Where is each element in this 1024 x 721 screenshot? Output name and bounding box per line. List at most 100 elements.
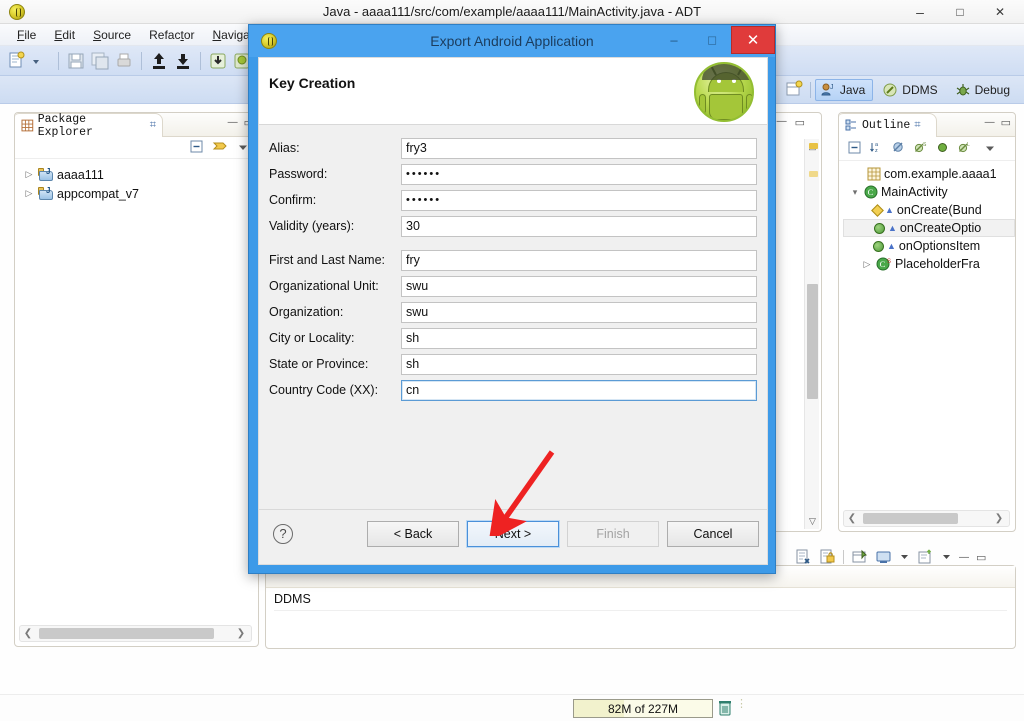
maximize-console-button[interactable]: ▭: [976, 551, 986, 564]
android-sdk-manager-icon[interactable]: [207, 50, 229, 72]
ide-close-button[interactable]: ✕: [980, 1, 1020, 23]
close-icon[interactable]: ⌗: [150, 120, 156, 132]
menu-file[interactable]: File: [8, 26, 45, 44]
maximize-icon: □: [956, 5, 964, 19]
country-code-input[interactable]: cn: [401, 379, 757, 401]
menu-edit[interactable]: Edit: [45, 26, 84, 44]
perspective-java[interactable]: J Java: [814, 79, 874, 101]
scroll-right-icon[interactable]: ❯: [233, 628, 249, 639]
expand-twisty-icon[interactable]: ▷: [861, 259, 873, 270]
form-row-city-or-locality: City or Locality: sh: [269, 325, 757, 351]
sort-alphabetically-icon[interactable]: az: [869, 140, 884, 155]
view-menu-icon[interactable]: [983, 141, 997, 155]
collapse-all-icon[interactable]: [189, 139, 204, 154]
link-with-editor-icon[interactable]: [212, 139, 228, 154]
hide-non-public-icon[interactable]: [935, 140, 950, 155]
open-perspective-icon[interactable]: [784, 79, 806, 101]
print-icon: [113, 50, 135, 72]
editor-scroll-thumb[interactable]: [807, 284, 818, 399]
validity-input[interactable]: 30: [401, 215, 757, 237]
outline-item-mainactivity[interactable]: ▾ C MainActivity: [843, 183, 1015, 201]
dialog-footer: ? < Back Next > Finish Cancel: [259, 510, 767, 564]
ide-minimize-button[interactable]: –: [900, 1, 940, 23]
back-button[interactable]: < Back: [367, 521, 459, 547]
tab-outline[interactable]: Outline ⌗: [839, 113, 937, 137]
maximize-editor-button[interactable]: ▭: [795, 116, 805, 129]
maximize-view-button[interactable]: ▭: [1001, 116, 1011, 129]
perspective-debug-label: Debug: [974, 83, 1010, 97]
dialog-header: Key Creation: [259, 58, 767, 125]
help-button[interactable]: ?: [273, 524, 293, 544]
run-gc-icon[interactable]: [718, 699, 732, 716]
menu-refactor[interactable]: Refactor: [140, 26, 203, 44]
outline-item-package[interactable]: com.example.aaaa1: [843, 165, 1015, 183]
organizational-unit-input[interactable]: swu: [401, 275, 757, 297]
perspective-debug[interactable]: Debug: [950, 79, 1018, 101]
collapse-twisty-icon[interactable]: ▾: [849, 187, 861, 198]
save-icon[interactable]: [65, 50, 87, 72]
chevron-down-icon[interactable]: [899, 549, 910, 565]
outline-hscrollbar[interactable]: ❮ ❯: [843, 510, 1010, 527]
tab-package-explorer[interactable]: Package Explorer ⌗: [15, 113, 163, 139]
new-wizard-icon[interactable]: [6, 50, 28, 72]
close-icon[interactable]: ⌗: [914, 120, 920, 132]
hide-local-types-icon[interactable]: L: [957, 140, 972, 155]
first-and-last-name-input[interactable]: fry: [401, 249, 757, 271]
expand-twisty-icon[interactable]: ▷: [23, 169, 35, 180]
display-selected-console-icon[interactable]: [875, 549, 892, 565]
ide-maximize-button[interactable]: □: [940, 1, 980, 23]
dialog-close-button[interactable]: ✕: [731, 26, 775, 54]
save-all-icon[interactable]: [89, 50, 111, 72]
dialog-minimize-button[interactable]: –: [655, 26, 693, 54]
outline-item-placeholderfragment[interactable]: ▷ CS PlaceholderFra: [843, 255, 1015, 273]
new-wizard-dropdown-icon[interactable]: [30, 50, 52, 72]
scroll-left-icon[interactable]: ❮: [20, 628, 36, 639]
password-input[interactable]: ••••••: [401, 163, 757, 185]
minimize-console-button[interactable]: —: [959, 552, 969, 563]
lock-console-icon[interactable]: [819, 549, 836, 565]
tree-item-appcompat-v7[interactable]: ▷ J appcompat_v7: [21, 184, 258, 203]
city-or-locality-input[interactable]: sh: [401, 327, 757, 349]
scroll-right-icon[interactable]: ❯: [991, 513, 1007, 524]
hide-static-icon[interactable]: S: [913, 140, 928, 155]
outline-item-oncreateoptionsmenu[interactable]: ▲ onCreateOptio: [843, 219, 1015, 237]
minimize-view-button[interactable]: —: [985, 117, 995, 128]
outline-icon: [845, 119, 856, 131]
package-explorer-hscrollbar[interactable]: ❮ ❯: [19, 625, 252, 642]
chevron-down-icon-2[interactable]: [941, 549, 952, 565]
remove-launch-icon[interactable]: [795, 549, 812, 565]
collapse-all-icon[interactable]: [847, 140, 862, 155]
state-or-province-input[interactable]: sh: [401, 353, 757, 375]
scroll-left-icon[interactable]: ❮: [844, 513, 860, 524]
tree-item-aaaa111[interactable]: ▷ J aaaa111: [21, 165, 258, 184]
organization-input[interactable]: swu: [401, 301, 757, 323]
alias-input[interactable]: fry3: [401, 137, 757, 159]
pin-console-icon[interactable]: [851, 549, 868, 565]
perspective-switcher: J Java DDMS Debug: [784, 78, 1018, 102]
minimize-view-button[interactable]: —: [228, 117, 238, 128]
android-robot-icon: [694, 62, 754, 122]
outline-item-onoptionsitemselected[interactable]: ▲ onOptionsItem: [843, 237, 1015, 255]
toolbar-separator-2: [141, 51, 142, 70]
scroll-down-icon[interactable]: ▽: [805, 514, 820, 529]
menu-source-rest: ource: [101, 27, 132, 42]
editor-vertical-scrollbar[interactable]: △ ▽: [804, 139, 819, 529]
open-console-icon[interactable]: [917, 549, 934, 565]
minimize-editor-button[interactable]: —: [777, 116, 787, 129]
outline-item-oncreate[interactable]: ▲ onCreate(Bund: [843, 201, 1015, 219]
next-button[interactable]: Next >: [467, 521, 559, 547]
perspective-ddms[interactable]: DDMS: [877, 79, 945, 101]
hscroll-thumb[interactable]: [39, 628, 214, 639]
import-icon[interactable]: [172, 50, 194, 72]
menu-source[interactable]: Source: [84, 26, 140, 44]
export-icon[interactable]: [148, 50, 170, 72]
heap-status-widget[interactable]: 82M of 227M: [573, 699, 713, 718]
export-android-application-dialog: Export Android Application – □ ✕ Key Cre…: [248, 24, 776, 574]
class-static-icon: CS: [876, 257, 891, 271]
dialog-maximize-button[interactable]: □: [693, 26, 731, 54]
expand-twisty-icon[interactable]: ▷: [23, 188, 35, 199]
cancel-button[interactable]: Cancel: [667, 521, 759, 547]
hscroll-thumb[interactable]: [863, 513, 958, 524]
confirm-input[interactable]: ••••••: [401, 189, 757, 211]
hide-fields-icon[interactable]: [891, 140, 906, 155]
